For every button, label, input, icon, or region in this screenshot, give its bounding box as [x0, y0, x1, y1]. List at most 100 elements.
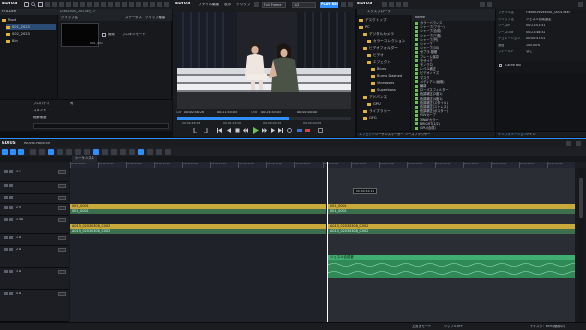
- track-toggle-icon[interactable]: [4, 205, 8, 209]
- playhead[interactable]: [327, 162, 328, 322]
- delete-icon[interactable]: [73, 2, 78, 7]
- filter-icon[interactable]: [129, 2, 134, 7]
- effect-checkbox[interactable]: [499, 64, 502, 67]
- effect-tree-item[interactable]: GFG: [363, 115, 377, 121]
- track-header[interactable]: 4 A: [0, 290, 69, 322]
- frame-value-select[interactable]: 1/2: [292, 1, 316, 8]
- fast-forward-icon[interactable]: [262, 128, 267, 133]
- color-icon[interactable]: [108, 2, 113, 7]
- snap-icon[interactable]: [102, 148, 108, 155]
- position-slider[interactable]: [177, 117, 351, 120]
- effect-tree-item[interactable]: アドバンス: [363, 94, 387, 100]
- effect-list-item[interactable]: GPU(合成): [415, 126, 436, 130]
- menu-edit[interactable]: 編集: [212, 3, 219, 7]
- track-header[interactable]: 2 V: [0, 204, 69, 216]
- save-icon[interactable]: [30, 148, 36, 155]
- overwrite-icon[interactable]: [305, 128, 310, 133]
- approve-checkbox[interactable]: [102, 33, 106, 37]
- col-status[interactable]: ステータス: [125, 16, 142, 19]
- forward-icon[interactable]: [389, 2, 394, 7]
- track-lock-icon[interactable]: [9, 195, 13, 199]
- col-name[interactable]: Name: [415, 16, 425, 19]
- effect-tree-item[interactable]: PC: [359, 24, 370, 30]
- track-lock-icon[interactable]: [9, 291, 13, 295]
- track-patch-button[interactable]: [58, 291, 66, 296]
- track-patch-button[interactable]: [58, 247, 66, 252]
- folder-icon[interactable]: [38, 2, 43, 7]
- link-icon[interactable]: [143, 2, 148, 7]
- effect-tree-item[interactable]: ビデオ: [367, 52, 384, 58]
- tab-sequence-marker[interactable]: シーケンスマーカー: [375, 133, 403, 136]
- prev-frame-icon[interactable]: [227, 128, 232, 133]
- track-header[interactable]: 1 VA: [0, 216, 69, 234]
- effect-tree-item[interactable]: エフェクト: [367, 59, 391, 65]
- bin-tree-item-2[interactable]: 002_2023: [6, 31, 30, 37]
- go-out-icon[interactable]: [278, 128, 283, 133]
- settings-icon[interactable]: [165, 148, 171, 155]
- zoom-out-icon[interactable]: [129, 148, 135, 155]
- track-toggle-icon[interactable]: [4, 247, 8, 251]
- tab-source-browser[interactable]: ソースブラウザー: [405, 133, 430, 136]
- va-clip-left-audio[interactable]: A013_02030308_C002: [70, 229, 326, 234]
- effect-tree-item[interactable]: Superboss: [371, 87, 396, 93]
- insert-icon[interactable]: [297, 128, 302, 133]
- track-patch-button[interactable]: [58, 217, 66, 222]
- effect-tree-item[interactable]: デスクトップ: [359, 17, 387, 23]
- mode-tlsync-icon[interactable]: [10, 148, 16, 155]
- track-header[interactable]: 1 T: [0, 168, 69, 182]
- next-frame-icon[interactable]: [270, 128, 275, 133]
- tag-icon[interactable]: [122, 2, 127, 7]
- loop-icon[interactable]: [287, 128, 292, 133]
- v2-clip-right-audio[interactable]: 001_0001: [328, 209, 575, 214]
- mode-sync-icon[interactable]: [18, 148, 24, 155]
- play-rec-button[interactable]: PLAY REC: [320, 1, 338, 8]
- bin-tree-item-3[interactable]: Bin: [6, 38, 18, 44]
- track-header[interactable]: 2 A: [0, 246, 69, 268]
- track-patch-button[interactable]: [58, 235, 66, 240]
- menu-clip[interactable]: クリップ: [236, 3, 250, 7]
- track-patch-button[interactable]: [58, 269, 66, 274]
- zoom-in-icon[interactable]: [120, 148, 126, 155]
- track-lock-icon[interactable]: [9, 235, 13, 239]
- mixer-icon[interactable]: [138, 148, 144, 155]
- tab-information[interactable]: インフォメーション: [498, 133, 527, 136]
- redo-icon[interactable]: [48, 148, 54, 155]
- marker-icon[interactable]: [136, 2, 141, 7]
- close-icon[interactable]: [348, 2, 353, 7]
- effect-tree-item[interactable]: ビデオフォルダー: [363, 45, 398, 51]
- mark-in-icon[interactable]: [193, 128, 198, 134]
- mode-sequence-icon[interactable]: [2, 148, 8, 155]
- effect-tree-item[interactable]: Burns Dashed: [371, 73, 402, 79]
- list-icon[interactable]: [52, 2, 57, 7]
- bin-tree-item-1[interactable]: 001_2023: [6, 24, 56, 30]
- track-patch-button[interactable]: [58, 183, 66, 188]
- frame-mode-select[interactable]: Full Frame: [262, 1, 286, 8]
- effect-tree-item[interactable]: Vicessses: [371, 80, 394, 86]
- track-header[interactable]: [0, 194, 69, 204]
- track-patch-button[interactable]: [58, 205, 66, 210]
- thumbnail-icon[interactable]: [59, 2, 64, 7]
- up-icon[interactable]: [396, 2, 401, 7]
- track-patch-button[interactable]: [58, 169, 66, 174]
- sequence-icon[interactable]: [101, 2, 106, 7]
- cut-icon[interactable]: [80, 2, 85, 7]
- track-toggle-icon[interactable]: [4, 183, 8, 187]
- video-preview[interactable]: [177, 12, 351, 109]
- view-icon[interactable]: [403, 2, 408, 7]
- track-lock-icon[interactable]: [9, 247, 13, 251]
- track-toggle-icon[interactable]: [4, 291, 8, 295]
- export-frame-icon[interactable]: [318, 128, 323, 133]
- properties-icon[interactable]: [66, 2, 71, 7]
- grid-icon[interactable]: [45, 2, 50, 7]
- pin-icon[interactable]: [487, 2, 492, 7]
- track-lock-icon[interactable]: [9, 269, 13, 273]
- timeline-close-icon[interactable]: [576, 141, 581, 146]
- track-toggle-icon[interactable]: [4, 269, 8, 273]
- timeline-vscroll-thumb[interactable]: [579, 178, 583, 218]
- play-icon[interactable]: [252, 127, 259, 134]
- mark-out-icon[interactable]: [203, 128, 208, 134]
- track-lock-icon[interactable]: [9, 183, 13, 187]
- track-header[interactable]: 3 A: [0, 268, 69, 290]
- split-icon[interactable]: [84, 148, 90, 155]
- info-icon[interactable]: [480, 2, 485, 7]
